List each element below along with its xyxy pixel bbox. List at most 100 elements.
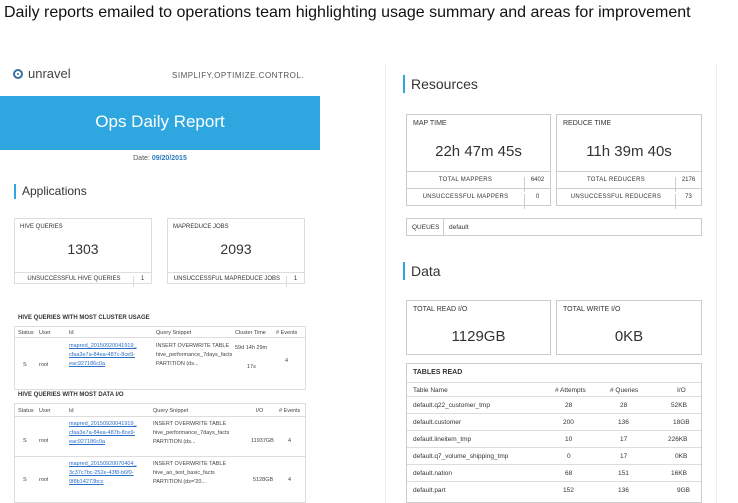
data-heading: Data	[403, 262, 441, 280]
query-id-link[interactable]: mapred_20150920041919_	[69, 342, 137, 350]
table-row[interactable]: default.q22_customer_tmp 28 28 52KB	[407, 396, 701, 413]
queries: 151	[618, 470, 629, 477]
report-date: Date: 09/20/2015	[0, 155, 320, 162]
table-name: default.q22_customer_tmp	[413, 402, 490, 409]
row-divider	[15, 456, 305, 457]
table-name: default.lineitem_tmp	[413, 436, 472, 443]
attempts: 68	[565, 470, 573, 477]
table-row[interactable]: default.part 152 136 9GB	[407, 481, 701, 498]
total-mappers-label: TOTAL MAPPERS	[438, 177, 493, 183]
queries: 17	[620, 453, 628, 460]
query-snippet: PARTITION (ds='20...	[153, 479, 206, 485]
unsuccessful-mr-label: UNSUCCESSFUL MAPREDUCE JOBS	[173, 276, 281, 282]
query-snippet: INSERT OVERWRITE TABLE	[156, 343, 230, 349]
table-row[interactable]: default.lineitem_tmp 10 17 226KB	[407, 430, 701, 447]
total-write-card: TOTAL WRITE I/O 0KB	[556, 300, 702, 355]
reduce-time-value: 11h 39m 40s	[586, 143, 672, 160]
unsuccessful-hive-label: UNSUCCESSFUL HIVE QUERIES	[27, 276, 121, 282]
applications-heading: Applications	[14, 184, 87, 199]
queries: 17	[620, 436, 628, 443]
unravel-logo-icon	[13, 69, 23, 79]
date-label: Date:	[133, 155, 150, 162]
col-io: I/O	[677, 387, 686, 394]
io-table: Status User Id Query Snippet I/O # Event…	[14, 403, 306, 503]
total-reducers-label: TOTAL REDUCERS	[586, 177, 646, 183]
mapreduce-jobs-value: 2093	[220, 241, 252, 257]
cluster-time: 17s	[247, 364, 256, 370]
io: 226KB	[668, 436, 688, 443]
query-id-link[interactable]: 9f8b14273bcc	[69, 478, 104, 486]
reduce-time-label: REDUCE TIME	[563, 120, 612, 127]
query-snippet: PARTITION (ds...	[153, 439, 196, 445]
row-events: 4	[288, 438, 292, 444]
unsuccessful-reducers-row: UNSUCCESSFUL REDUCERS 73	[557, 188, 701, 209]
col-io: I/O	[256, 408, 264, 414]
usage-table-title: HIVE QUERIES WITH MOST CLUSTER USAGE	[18, 315, 150, 321]
query-snippet: hive_performance_7days_facts	[153, 430, 230, 436]
io: 0KB	[675, 453, 688, 460]
row-status: S	[23, 438, 27, 444]
brand-header: unravel SIMPLIFY.OPTIMIZE.CONTROL.	[0, 56, 320, 96]
query-snippet: PARTITION (ds...	[156, 361, 199, 367]
queries: 136	[618, 419, 629, 426]
total-read-value: 1129GB	[451, 328, 506, 345]
ops-report-email: unravel SIMPLIFY.OPTIMIZE.CONTROL. Ops D…	[0, 56, 320, 503]
row-io: 11937GB	[251, 438, 274, 444]
row-events: 4	[285, 358, 289, 364]
query-id-link[interactable]: eac927186c0a	[69, 438, 105, 446]
queries: 28	[620, 402, 628, 409]
report-banner: Ops Daily Report	[0, 96, 320, 150]
total-read-card: TOTAL READ I/O 1129GB	[406, 300, 551, 355]
query-id-link[interactable]: cfaa3e7a-84ea-487c-8ce9-	[69, 351, 135, 359]
unsuccessful-mappers-row: UNSUCCESSFUL MAPPERS 0	[407, 188, 550, 209]
tables-read-table: TABLES READ Table Name # Attempts # Quer…	[406, 363, 702, 503]
total-write-label: TOTAL WRITE I/O	[563, 306, 621, 313]
col-snippet: Query Snippet	[153, 408, 189, 414]
col-status: Status	[18, 408, 34, 414]
table-name: default.part	[413, 487, 446, 494]
row-events: 4	[288, 477, 292, 483]
query-id-link[interactable]: 3c37c7bc-252e-43f8-b6f0-	[69, 469, 134, 477]
query-id-link[interactable]: cfaa3e7a-84ea-487b-8ce9-	[69, 429, 135, 437]
io-table-header: Status User Id Query Snippet I/O # Event…	[15, 404, 305, 417]
table-row[interactable]: default.q7_volume_shipping_tmp 0 17 0KB	[407, 447, 701, 464]
mapreduce-jobs-label: MAPREDUCE JOBS	[173, 224, 229, 230]
resources-data-panel: Resources MAP TIME 22h 47m 45s TOTAL MAP…	[385, 63, 717, 503]
slide-title: Daily reports emailed to operations team…	[4, 4, 691, 21]
unsuccessful-hive-row: UNSUCCESSFUL HIVE QUERIES 1	[15, 272, 151, 287]
attempts: 10	[565, 436, 573, 443]
cluster-time: 59d 14h 29m	[235, 345, 268, 351]
resources-heading: Resources	[403, 75, 478, 93]
row-status: S	[23, 477, 27, 483]
hive-queries-card: HIVE QUERIES 1303 UNSUCCESSFUL HIVE QUER…	[14, 218, 152, 287]
row-user: root	[39, 362, 49, 368]
query-id-link[interactable]: eac927186c0a	[69, 360, 105, 368]
unsuccessful-mr-row: UNSUCCESSFUL MAPREDUCE JOBS 1	[168, 272, 304, 287]
unsuccessful-hive-value: 1	[133, 276, 151, 287]
query-snippet: INSERT OVERWRITE TABLE	[153, 461, 227, 467]
hive-queries-value: 1303	[67, 241, 99, 257]
col-snippet: Query Snippet	[156, 330, 192, 336]
hive-queries-label: HIVE QUERIES	[20, 224, 63, 230]
query-snippet: INSERT OVERWRITE TABLE	[153, 421, 227, 427]
unsuccessful-mappers-value: 0	[524, 194, 550, 209]
attempts: 0	[567, 453, 571, 460]
map-time-value: 22h 47m 45s	[435, 143, 522, 160]
mapreduce-jobs-card: MAPREDUCE JOBS 2093 UNSUCCESSFUL MAPREDU…	[167, 218, 305, 287]
query-id-link[interactable]: mapred_20150920070404_	[69, 460, 137, 468]
usage-table-header: Status User Id Query Snippet Cluster Tim…	[15, 327, 305, 338]
table-row[interactable]: default.customer 200 136 18GB	[407, 413, 701, 430]
col-events: # Events	[279, 408, 301, 414]
io: 16KB	[671, 470, 687, 477]
date-value: 09/20/2015	[151, 155, 187, 162]
col-user: User	[39, 330, 51, 336]
queues-value: default	[449, 224, 469, 231]
total-mappers-row: TOTAL MAPPERS 6402	[407, 171, 550, 192]
col-events: # Events	[276, 330, 298, 336]
reduce-time-card: REDUCE TIME 11h 39m 40s TOTAL REDUCERS 2…	[556, 114, 702, 209]
unsuccessful-reducers-value: 73	[675, 194, 701, 209]
col-attempts: # Attempts	[555, 387, 586, 394]
queues-label: QUEUES	[412, 224, 440, 231]
query-id-link[interactable]: mapred_20150920041919_	[69, 420, 137, 428]
table-row[interactable]: default.nation 68 151 16KB	[407, 464, 701, 481]
